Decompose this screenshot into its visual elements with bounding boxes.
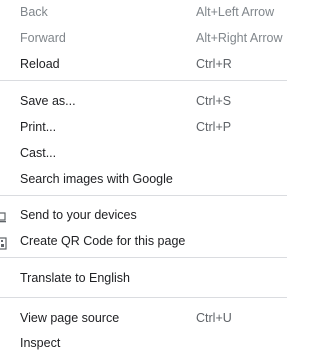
menu-item-label: Translate to English <box>20 271 131 285</box>
menu-item-view-page-source[interactable]: View page source Ctrl+U <box>0 306 287 330</box>
menu-separator <box>0 257 287 258</box>
menu-item-label: Send to your devices <box>20 208 137 222</box>
menu-item-label: Print... <box>20 120 57 134</box>
menu-separator <box>0 297 287 298</box>
menu-item-label: Forward <box>20 31 66 45</box>
menu-item-translate[interactable]: Translate to English <box>0 266 287 290</box>
devices-icon <box>0 208 7 223</box>
menu-item-reload[interactable]: Reload Ctrl+R <box>0 52 287 76</box>
menu-item-shortcut: Alt+Left Arrow <box>196 5 275 19</box>
menu-item-search-images[interactable]: Search images with Google <box>0 167 287 191</box>
menu-item-shortcut: Ctrl+S <box>196 94 232 108</box>
qr-code-icon <box>0 234 7 250</box>
menu-item-shortcut: Ctrl+U <box>196 311 232 325</box>
menu-item-label: Back <box>20 5 48 19</box>
menu-item-label: Cast... <box>20 146 57 160</box>
menu-item-forward[interactable]: Forward Alt+Right Arrow <box>0 26 287 50</box>
menu-item-shortcut: Ctrl+P <box>196 120 232 134</box>
context-menu: Back Alt+Left Arrow Forward Alt+Right Ar… <box>0 0 287 358</box>
menu-item-label: Save as... <box>20 94 76 108</box>
menu-item-label: Search images with Google <box>20 172 173 186</box>
menu-item-send-to-devices[interactable]: Send to your devices <box>0 203 287 227</box>
menu-separator <box>0 195 287 196</box>
menu-item-shortcut: Alt+Right Arrow <box>196 31 283 45</box>
menu-item-cast[interactable]: Cast... <box>0 141 287 165</box>
menu-item-inspect[interactable]: Inspect <box>0 331 287 355</box>
menu-item-create-qr-code[interactable]: Create QR Code for this page <box>0 229 287 253</box>
menu-item-label: View page source <box>20 311 120 325</box>
menu-item-save-as[interactable]: Save as... Ctrl+S <box>0 89 287 113</box>
menu-item-shortcut: Ctrl+R <box>196 57 232 71</box>
menu-item-label: Create QR Code for this page <box>20 234 186 248</box>
menu-item-back[interactable]: Back Alt+Left Arrow <box>0 0 287 24</box>
menu-item-label: Reload <box>20 57 60 71</box>
menu-item-print[interactable]: Print... Ctrl+P <box>0 115 287 139</box>
menu-item-label: Inspect <box>20 336 61 350</box>
menu-separator <box>0 80 287 81</box>
